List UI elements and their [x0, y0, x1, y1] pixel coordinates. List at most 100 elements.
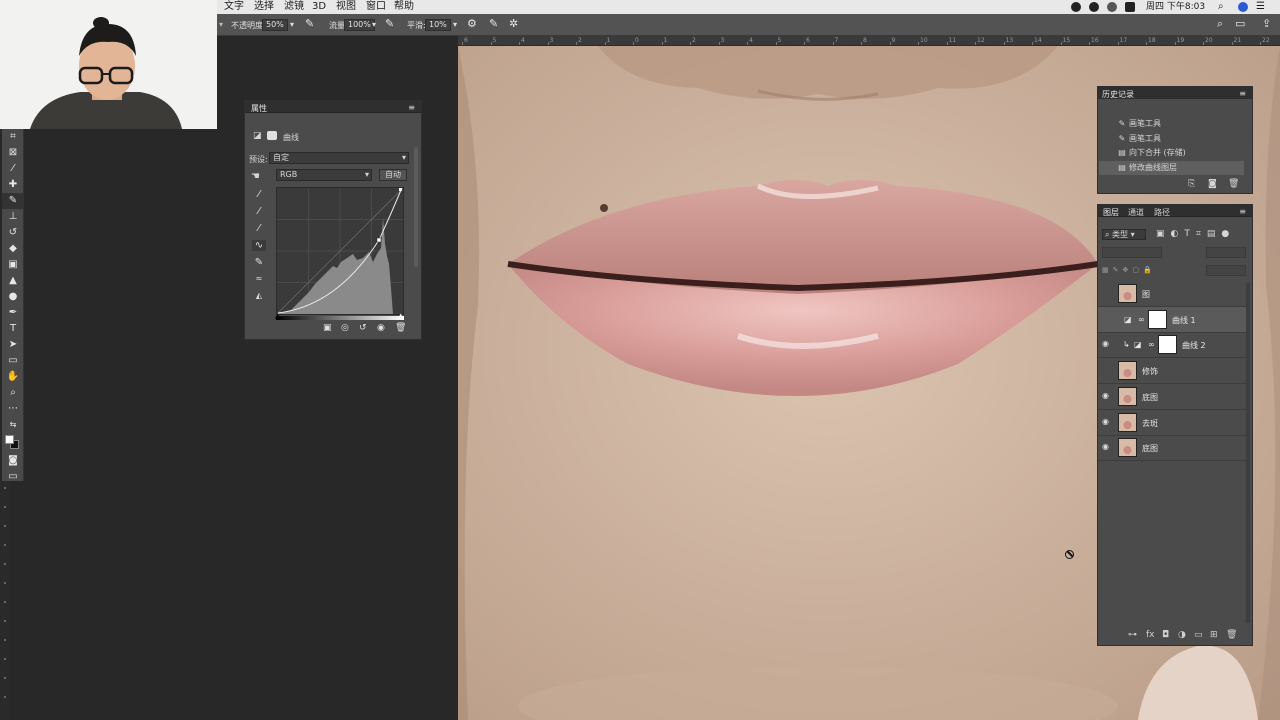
lock-icons[interactable]: ▦✎✥▢🔒	[1102, 266, 1156, 274]
mask-icon[interactable]	[267, 131, 277, 140]
menu-select[interactable]: 选择	[254, 1, 274, 13]
options-dropdown-icon[interactable]: ▾	[219, 20, 223, 29]
edit-points-curve-icon[interactable]: ∿	[252, 240, 266, 251]
filter-icons[interactable]: ▣◐T⌗▤●	[1156, 229, 1235, 239]
clip-to-layer-icon[interactable]: ▣	[323, 323, 332, 333]
frame-tool-icon[interactable]: ⊠	[2, 145, 24, 161]
visibility-eye-icon[interactable]	[1102, 366, 1112, 374]
link-layers-icon[interactable]: ⊶	[1128, 630, 1137, 640]
layer-row[interactable]: ◉ 去斑	[1098, 410, 1246, 436]
search-icon[interactable]: ⌕	[1217, 17, 1223, 31]
foreground-color-swatch[interactable]	[5, 435, 14, 444]
layer-name[interactable]: 曲线 1	[1172, 315, 1196, 326]
curves-adjustment-icon[interactable]: ◪	[1134, 340, 1142, 349]
channel-select[interactable]: RGB ▾	[276, 169, 372, 181]
history-item[interactable]: ✎ 画笔工具	[1099, 132, 1244, 146]
zoom-tool-icon[interactable]: ⌕	[2, 385, 24, 401]
mask-link-icon[interactable]: ∞	[1138, 315, 1145, 324]
crop-tool-icon[interactable]: ⌗	[2, 129, 24, 145]
layer-style-fx-icon[interactable]: fx	[1146, 630, 1155, 640]
history-tab[interactable]: 历史记录	[1102, 89, 1134, 100]
new-document-from-state-icon[interactable]: ⎘	[1188, 179, 1195, 189]
notification-center-icon[interactable]: ☰	[1256, 1, 1265, 13]
curves-graph[interactable]	[276, 187, 404, 315]
sample-black-point-icon[interactable]: ⁄	[252, 189, 266, 200]
panel-menu-icon[interactable]: ≡	[1239, 207, 1246, 216]
blend-mode-select[interactable]	[1102, 247, 1162, 258]
menu-filter[interactable]: 滤镜	[284, 1, 304, 13]
layer-row[interactable]: ◉ ↳ ◪ ∞ 曲线 2	[1098, 332, 1246, 359]
draw-curve-pencil-icon[interactable]: ✎	[252, 257, 266, 268]
tab-layers[interactable]: 图层	[1103, 207, 1119, 218]
delete-trash-icon[interactable]: 🗑	[1226, 630, 1237, 640]
panel-menu-icon[interactable]: ≡	[1239, 89, 1246, 98]
search-icon[interactable]: ⌕	[1218, 1, 1224, 13]
eraser-tool-icon[interactable]: ◆	[2, 241, 24, 257]
symmetry-icon[interactable]: ✲	[509, 17, 518, 31]
layer-name[interactable]: 曲线 2	[1182, 340, 1206, 351]
new-adjustment-layer-icon[interactable]: ◑	[1178, 630, 1186, 640]
preset-select[interactable]: 自定 ▾	[269, 152, 409, 164]
menu-view[interactable]: 视图	[336, 1, 356, 13]
menu-help[interactable]: 帮助	[394, 1, 414, 13]
path-selection-tool-icon[interactable]: ➤	[2, 337, 24, 353]
snapshot-camera-icon[interactable]: ◙	[1208, 179, 1217, 189]
eyedropper-tool-icon[interactable]: ⁄	[2, 161, 24, 177]
gradient-tool-icon[interactable]: ▣	[2, 257, 24, 273]
healing-brush-tool-icon[interactable]: ✚	[2, 177, 24, 193]
menu-text[interactable]: 文字	[224, 1, 244, 13]
layer-mask-thumbnail[interactable]	[1158, 335, 1177, 355]
smoothing-field[interactable]: 10%	[425, 19, 451, 31]
clock[interactable]: 周四 下午8:03	[1146, 1, 1205, 13]
type-tool-icon[interactable]: T	[2, 321, 24, 337]
delete-trash-icon[interactable]: 🗑	[1228, 179, 1239, 189]
on-image-adjustment-icon[interactable]: ☚	[251, 171, 260, 182]
layers-scrollbar[interactable]	[1246, 283, 1250, 623]
pressure-opacity-icon[interactable]: ✎	[305, 17, 314, 31]
layer-row[interactable]: ◉ 底图	[1098, 384, 1246, 410]
tab-channels[interactable]: 通道	[1128, 207, 1144, 218]
visibility-eye-icon[interactable]: ◉	[377, 323, 385, 333]
layer-thumbnail[interactable]	[1118, 284, 1137, 303]
layer-thumbnail[interactable]	[1118, 361, 1137, 381]
rectangle-tool-icon[interactable]: ▭	[2, 353, 24, 369]
status-app-icon[interactable]	[1089, 2, 1099, 12]
fill-field[interactable]	[1206, 265, 1246, 276]
reset-icon[interactable]: ↺	[359, 323, 367, 333]
flow-field[interactable]: 100%	[344, 19, 375, 31]
properties-panel-header[interactable]	[245, 101, 421, 113]
sample-gray-point-icon[interactable]: ⁄	[252, 206, 266, 217]
auto-button[interactable]: 自动	[379, 169, 407, 181]
layer-name[interactable]: 底图	[1142, 443, 1158, 454]
opacity-field[interactable]	[1206, 247, 1246, 258]
wifi-icon[interactable]	[1107, 2, 1117, 12]
swap-colors-icon[interactable]: ⇆	[2, 417, 24, 433]
layer-row[interactable]: 图	[1098, 281, 1246, 307]
input-method-icon[interactable]	[1125, 2, 1135, 12]
pressure-size-icon[interactable]: ✎	[489, 17, 498, 31]
mask-link-icon[interactable]: ∞	[1148, 340, 1155, 349]
blur-tool-icon[interactable]: ▲	[2, 273, 24, 289]
smoothing-settings-gear-icon[interactable]: ⚙	[467, 17, 477, 31]
black-point-slider[interactable]: ▲	[275, 312, 280, 320]
layer-name[interactable]: 修饰	[1142, 366, 1158, 377]
layer-name[interactable]: 底图	[1142, 392, 1158, 403]
share-icon[interactable]: ⇪	[1262, 17, 1271, 31]
visibility-eye-icon[interactable]: ◉	[1102, 443, 1112, 451]
kind-filter-select[interactable]: ⌕ 类型 ▾	[1102, 229, 1146, 240]
visibility-eye-icon[interactable]	[1102, 315, 1112, 323]
layer-row[interactable]: 修饰	[1098, 358, 1246, 385]
workspace-icon[interactable]: ▭	[1235, 17, 1245, 31]
history-brush-tool-icon[interactable]: ↺	[2, 225, 24, 241]
smooth-curve-icon[interactable]: ≈	[252, 274, 266, 283]
layer-thumbnail[interactable]	[1118, 438, 1137, 458]
layer-thumbnail[interactable]	[1118, 386, 1137, 406]
foreground-background-colors[interactable]	[2, 433, 24, 453]
status-app-icon[interactable]	[1071, 2, 1081, 12]
dodge-tool-icon[interactable]: ●	[2, 289, 24, 305]
tab-paths[interactable]: 路径	[1154, 207, 1170, 218]
opacity-dropdown-icon[interactable]: ▾	[290, 20, 294, 29]
history-item[interactable]: ▤ 修改曲线图层	[1099, 160, 1244, 175]
brush-tool-icon[interactable]: ✎	[2, 193, 24, 209]
properties-tab[interactable]: 属性	[251, 103, 267, 114]
